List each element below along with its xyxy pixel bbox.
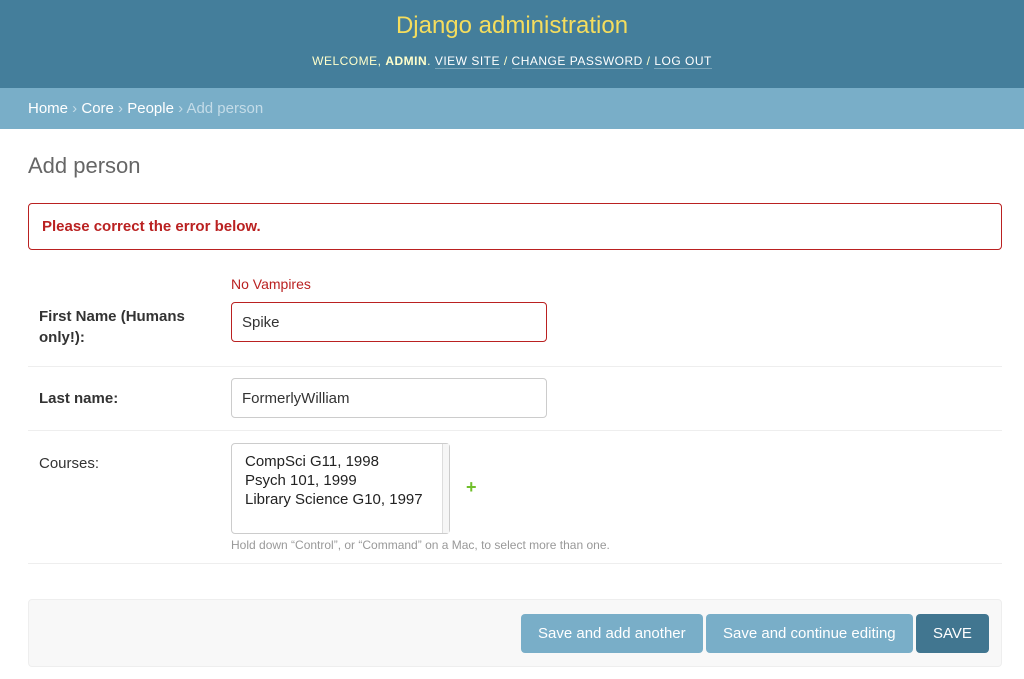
view-site-link[interactable]: View site [435,54,500,69]
add-course-icon[interactable]: + [466,477,477,498]
change-password-link[interactable]: Change password [512,54,643,69]
course-option[interactable]: Library Science G10, 1997 [245,490,436,509]
first-name-error: No Vampires [231,276,311,292]
breadcrumb-home[interactable]: Home [28,100,68,117]
first-name-label: First Name (Humans only!): [39,306,209,348]
first-name-input[interactable] [231,302,547,342]
user-tools: Welcome, admin. View site / Change passw… [0,54,1024,68]
page-title: Add person [28,153,996,179]
courses-select[interactable]: CompSci G11, 1998 Psych 101, 1999 Librar… [231,443,450,534]
courses-help-text: Hold down “Control”, or “Command” on a M… [231,538,610,552]
breadcrumb-current: Add person [186,100,263,117]
course-option[interactable]: CompSci G11, 1998 [245,452,436,471]
save-and-continue-button[interactable]: Save and continue editing [706,614,913,653]
error-note: Please correct the error below. [28,203,1002,250]
save-and-add-another-button[interactable]: Save and add another [521,614,703,653]
scrollbar[interactable] [442,444,449,533]
save-button[interactable]: SAVE [916,614,989,653]
username: admin [385,54,427,68]
site-title: Django administration [0,12,1024,40]
log-out-link[interactable]: Log out [654,54,712,69]
submit-row: Save and add another Save and continue e… [28,599,1002,667]
first-name-row: No Vampires First Name (Humans only!): [28,250,1002,367]
breadcrumb-core[interactable]: Core [81,100,114,117]
courses-row: Courses: CompSci G11, 1998 Psych 101, 19… [28,431,1002,564]
last-name-row: Last name: [28,367,1002,431]
welcome-text: Welcome, [312,54,381,68]
course-option[interactable]: Psych 101, 1999 [245,471,436,490]
breadcrumb: Home › Core › People › Add person [0,88,1024,129]
breadcrumb-people[interactable]: People [127,100,174,117]
header: Django administration Welcome, admin. Vi… [0,0,1024,88]
last-name-input[interactable] [231,378,547,418]
courses-label: Courses: [39,455,99,472]
last-name-label: Last name: [39,390,118,407]
